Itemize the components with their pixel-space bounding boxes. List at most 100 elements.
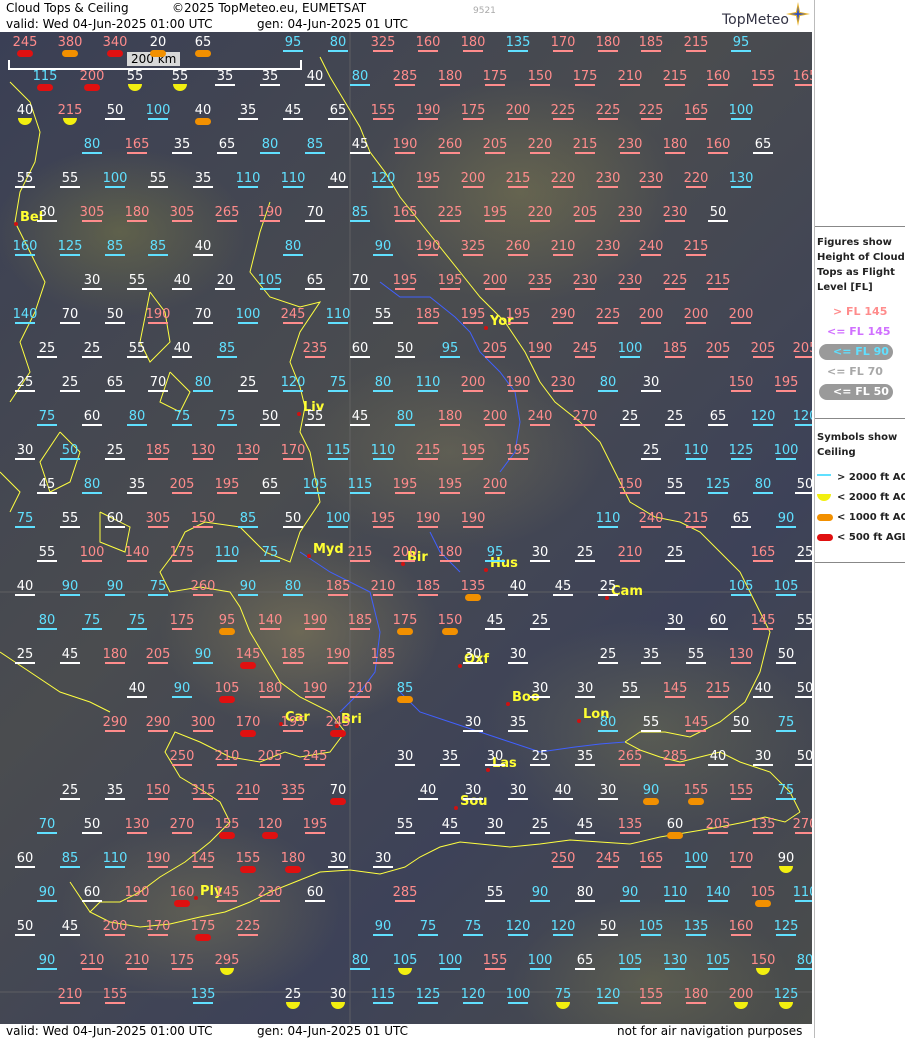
cloud-top-value: 190 — [124, 885, 150, 900]
ceiling-above-2000-icon — [373, 594, 393, 596]
ceiling-above-2000-icon — [753, 560, 773, 562]
ceiling-above-2000-icon — [508, 50, 528, 52]
cloud-top-value: 110 — [662, 885, 688, 900]
ceiling-above-2000-icon — [641, 322, 661, 324]
ceiling-above-2000-icon — [15, 934, 35, 936]
cloud-top-value: 150 — [617, 477, 643, 492]
ceiling-above-2000-icon — [37, 628, 57, 630]
cloud-top-value: 70 — [329, 783, 347, 798]
cloud-top-value: 50 — [16, 919, 34, 934]
cloud-top-value: 75 — [128, 613, 146, 628]
ceiling-above-2000-icon — [795, 492, 812, 494]
ceiling-above-2000-icon — [686, 730, 706, 732]
cloud-top-value: 45 — [351, 409, 369, 424]
ceiling-above-2000-icon — [485, 560, 505, 562]
cloud-top-value: 305 — [79, 205, 105, 220]
ceiling-above-2000-icon — [148, 254, 168, 256]
ceiling-above-2000-icon — [283, 118, 303, 120]
ceiling-above-2000-icon — [776, 662, 796, 664]
ceiling-above-2000-icon — [373, 1002, 393, 1004]
cloud-top-value: 245 — [280, 307, 306, 322]
ceiling-above-2000-icon — [373, 390, 393, 392]
ceiling-above-2000-icon — [193, 866, 213, 868]
cloud-top-value: 155 — [638, 987, 664, 1002]
ceiling-above-2000-icon — [440, 288, 460, 290]
ceiling-above-2000-icon — [418, 50, 438, 52]
city-marker-icon — [454, 806, 458, 810]
cloud-top-value: 25 — [16, 375, 34, 390]
cloud-top-value: 100 — [79, 545, 105, 560]
ceiling-above-2000-icon — [350, 288, 370, 290]
ceiling-above-2000-icon — [105, 254, 125, 256]
cloud-top-value: 75 — [173, 409, 191, 424]
cloud-top-value: 40 — [709, 749, 727, 764]
ceiling-above-2000-icon — [82, 424, 102, 426]
cloud-top-value: 210 — [79, 953, 105, 968]
ceiling-above-2000-icon — [305, 900, 325, 902]
cloud-top-value: 45 — [61, 919, 79, 934]
ceiling-above-2000-icon — [620, 900, 640, 902]
cloud-top-value: 90 — [642, 783, 660, 798]
cloud-top-value: 100 — [437, 953, 463, 968]
cloud-top-value: 25 — [621, 409, 639, 424]
cloud-top-value: 220 — [683, 171, 709, 186]
ceiling-above-2000-icon — [82, 356, 102, 358]
ceiling-above-2000-icon — [127, 356, 147, 358]
ceiling-above-2000-icon — [260, 696, 280, 698]
ceiling-above-2000-icon — [82, 492, 102, 494]
ceiling-above-2000-icon — [753, 628, 773, 630]
ceiling-above-2000-icon — [15, 322, 35, 324]
ceiling-below-1000-icon — [442, 628, 458, 635]
ceiling-above-2000-icon — [598, 322, 618, 324]
ceiling-below-1000-icon — [688, 798, 704, 805]
ceiling-above-2000-icon — [463, 50, 483, 52]
cloud-top-value: 190 — [460, 511, 486, 526]
ceiling-above-2000-icon — [508, 186, 528, 188]
cloud-top-value: 190 — [392, 137, 418, 152]
cloud-top-value: 285 — [392, 885, 418, 900]
ceiling-above-2000-icon — [350, 968, 370, 970]
ceiling-above-2000-icon — [508, 662, 528, 664]
ceiling-above-2000-icon — [530, 764, 550, 766]
cloud-top-value: 130 — [190, 443, 216, 458]
cloud-top-value: 140 — [124, 545, 150, 560]
cloud-top-value: 190 — [302, 613, 328, 628]
cloud-top-value: 75 — [419, 919, 437, 934]
cloud-top-value: 65 — [709, 409, 727, 424]
cloud-top-value: 145 — [214, 885, 240, 900]
ceiling-above-2000-icon — [305, 628, 325, 630]
cloud-top-value: 170 — [145, 919, 171, 934]
ceiling-above-2000-icon — [440, 832, 460, 834]
ceiling-above-2000-icon — [598, 118, 618, 120]
ceiling-above-2000-icon — [530, 288, 550, 290]
ceiling-above-2000-icon — [60, 662, 80, 664]
cloud-top-value: 100 — [617, 341, 643, 356]
ceiling-above-2000-icon — [283, 526, 303, 528]
cloud-top-value: 155 — [683, 783, 709, 798]
cloud-top-value: 195 — [214, 477, 240, 492]
city-marker-icon — [194, 896, 198, 900]
cloud-top-value: 265 — [617, 749, 643, 764]
ceiling-above-2000-icon — [193, 458, 213, 460]
ceiling-above-2000-icon — [641, 662, 661, 664]
cloud-top-value: 25 — [38, 341, 56, 356]
ceiling-above-2000-icon — [148, 390, 168, 392]
ceiling-below-1000-icon — [62, 50, 78, 57]
ceiling-above-2000-icon — [753, 492, 773, 494]
ceiling-above-2000-icon — [508, 118, 528, 120]
cloud-top-value: 230 — [595, 171, 621, 186]
ceiling-above-2000-icon — [127, 968, 147, 970]
cloud-top-value: 75 — [261, 545, 279, 560]
ceiling-above-2000-icon — [731, 730, 751, 732]
ceiling-above-2000-icon — [575, 424, 595, 426]
cloud-top-value: 215 — [505, 171, 531, 186]
ceiling-above-2000-icon — [665, 696, 685, 698]
cloud-top-value: 30 — [486, 749, 504, 764]
ceiling-above-2000-icon — [708, 84, 728, 86]
cloud-top-value: 175 — [169, 545, 195, 560]
cloud-top-value: 45 — [576, 817, 594, 832]
ceiling-below-500-icon — [330, 730, 346, 737]
ceiling-below-1000-icon — [755, 900, 771, 907]
ceiling-below-1000-icon — [397, 628, 413, 635]
ceiling-above-2000-icon — [127, 424, 147, 426]
